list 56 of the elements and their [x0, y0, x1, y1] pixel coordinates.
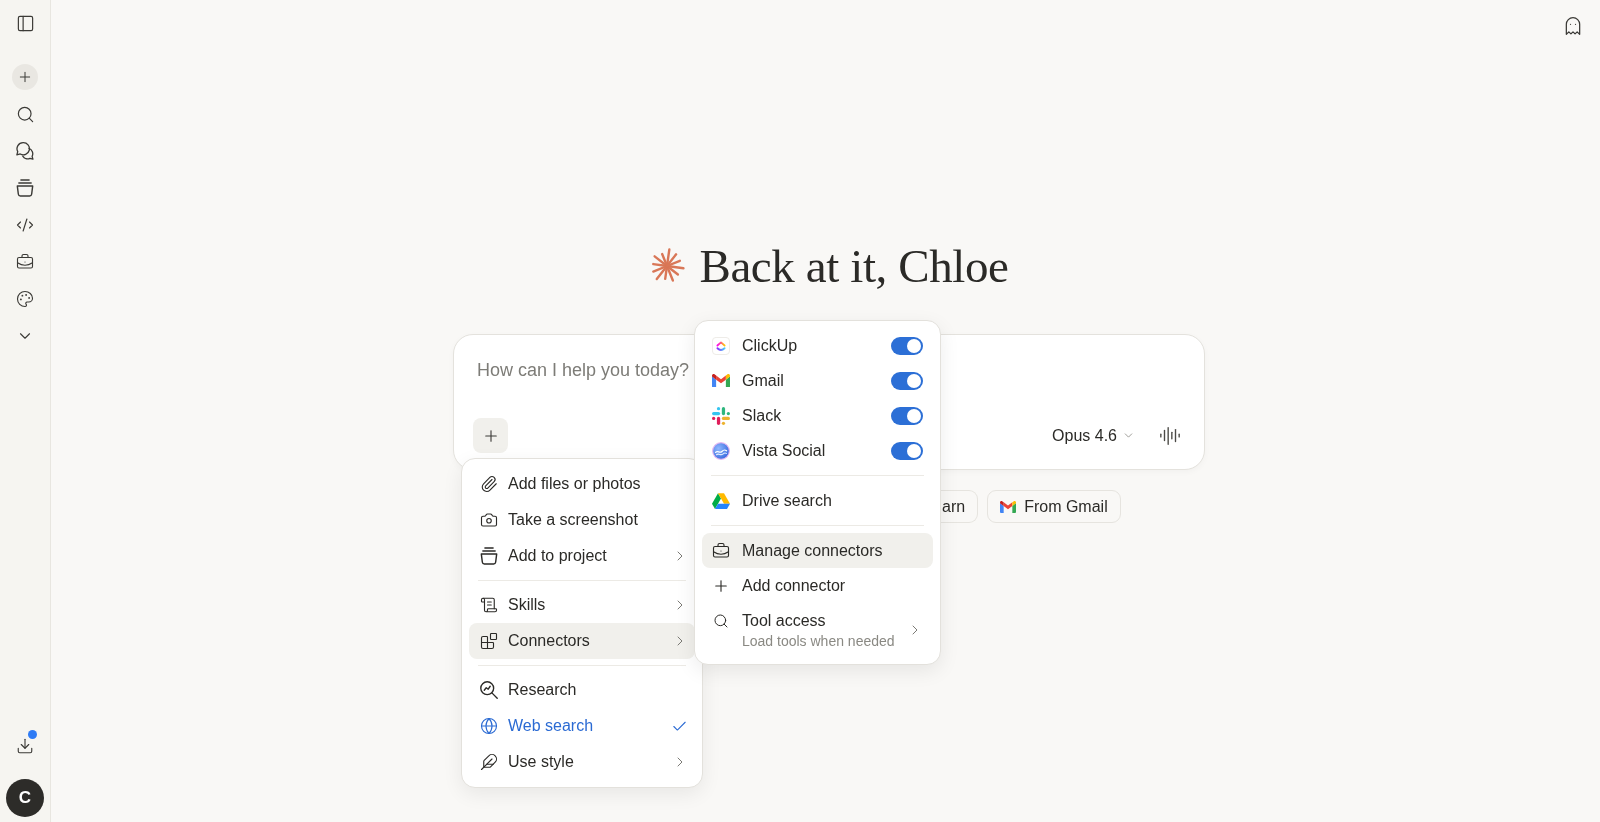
model-selector[interactable]: Opus 4.6: [1052, 426, 1135, 445]
menu-item[interactable]: Tool access Load tools when needed: [702, 603, 933, 657]
drive-logo-icon: [712, 492, 730, 509]
menu-item[interactable]: Take a screenshot: [469, 502, 695, 538]
waveform-icon[interactable]: [1159, 424, 1181, 447]
plus-icon: [17, 69, 33, 85]
suggestion-chip[interactable]: From Gmail: [987, 490, 1121, 523]
toggle-switch[interactable]: [891, 441, 923, 460]
menu-item[interactable]: Add to project: [469, 538, 695, 574]
camera-icon: [480, 511, 498, 529]
tray-icon[interactable]: [16, 179, 34, 197]
download-icon[interactable]: [16, 737, 34, 755]
globe-icon: [480, 717, 498, 735]
menu-item[interactable]: Skills: [469, 587, 695, 623]
blocks-icon: [480, 632, 498, 650]
paperclip-icon: [480, 475, 498, 493]
user-avatar[interactable]: C: [6, 779, 44, 817]
gmail-logo-icon: [1000, 500, 1017, 513]
connector-name: Vista Social: [742, 441, 827, 460]
menu-item[interactable]: Drive search: [702, 483, 933, 518]
search-icon[interactable]: [15, 104, 35, 124]
menu-item[interactable]: Connectors: [469, 623, 695, 659]
toggle-switch[interactable]: [891, 406, 923, 425]
connector-name: ClickUp: [742, 336, 799, 355]
gmail-logo-icon: [712, 373, 730, 388]
connector-name: Slack: [742, 406, 783, 425]
new-chat-button[interactable]: [12, 64, 38, 90]
search-icon: [713, 613, 729, 629]
briefcase-icon[interactable]: [16, 253, 34, 271]
magnifier-chart-icon: [480, 681, 498, 699]
chat-bubbles-icon[interactable]: [16, 142, 34, 160]
message-input[interactable]: How can I help you today?: [477, 359, 693, 381]
menu-item[interactable]: Web search: [469, 708, 695, 744]
clickup-logo-icon: [712, 336, 730, 355]
starburst-icon: [649, 248, 686, 284]
panel-icon[interactable]: [15, 13, 35, 33]
toggle-switch[interactable]: [891, 371, 923, 390]
menu-item[interactable]: Use style: [469, 744, 695, 780]
menu-item[interactable]: Add files or photos: [469, 466, 695, 502]
connector-name: Gmail: [742, 371, 785, 390]
code-icon[interactable]: [16, 216, 34, 234]
feather-icon: [480, 753, 498, 771]
vista-social-logo-icon: [712, 441, 730, 460]
greeting-title: Back at it, Chloe: [699, 239, 1009, 294]
item-description: Load tools when needed: [742, 633, 895, 649]
menu-item[interactable]: Research: [469, 672, 695, 708]
add-button[interactable]: [473, 418, 508, 453]
scroll-icon: [480, 596, 498, 614]
menu-item[interactable]: Manage connectors: [702, 533, 933, 568]
toggle-switch[interactable]: [891, 336, 923, 355]
menu-item[interactable]: Add connector: [702, 568, 933, 603]
briefcase-icon: [712, 541, 730, 560]
ghost-icon[interactable]: [1563, 16, 1583, 36]
tray-icon: [480, 547, 498, 565]
palette-icon[interactable]: [16, 290, 34, 308]
slack-logo-icon: [712, 406, 730, 425]
